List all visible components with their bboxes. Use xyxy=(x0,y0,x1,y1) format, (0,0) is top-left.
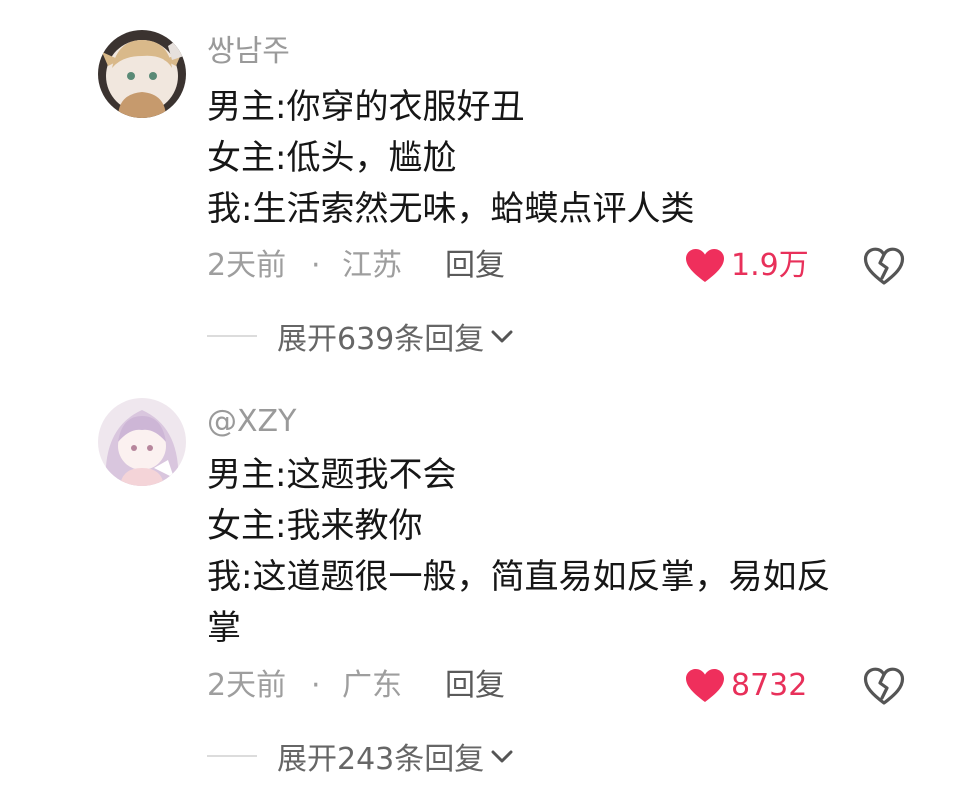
divider-dash xyxy=(207,335,257,337)
reply-button[interactable]: 回复 xyxy=(445,244,505,288)
chevron-down-icon xyxy=(491,750,513,763)
comment-meta: 2天前 · 广东 回复 8732 xyxy=(207,664,927,708)
chevron-down-icon xyxy=(491,330,513,343)
separator-dot: · xyxy=(311,668,321,703)
location: 广东 xyxy=(342,668,402,703)
expand-replies-label: 展开639条回复 xyxy=(277,322,485,357)
dislike-button[interactable] xyxy=(863,246,905,286)
comment-line: 男主:你穿的衣服好丑 xyxy=(207,87,525,127)
reply-button[interactable]: 回复 xyxy=(445,664,505,708)
divider-dash xyxy=(207,755,257,757)
avatar-image xyxy=(98,398,186,486)
comment-text: 男主:你穿的衣服好丑 女主:低头，尴尬 我:生活索然无味，蛤蟆点评人类 xyxy=(207,82,907,235)
timestamp: 2天前 xyxy=(207,248,287,283)
expand-replies-button[interactable]: 展开639条回复 xyxy=(207,314,514,358)
separator-dot: · xyxy=(311,248,321,283)
location: 江苏 xyxy=(342,248,402,283)
comment-item: 쌍남주 男主:你穿的衣服好丑 女主:低头，尴尬 我:生活索然无味，蛤蟆点评人类 … xyxy=(0,0,971,370)
expand-replies-button[interactable]: 展开243条回复 xyxy=(207,734,514,778)
like-button[interactable]: 8732 xyxy=(685,664,807,708)
avatar[interactable] xyxy=(98,398,186,486)
broken-heart-icon xyxy=(863,667,905,705)
comment-line: 我:这道题很一般，简直易如反掌，易如反 xyxy=(207,557,831,597)
heart-icon xyxy=(686,249,724,282)
expand-replies-label: 展开243条回复 xyxy=(277,742,485,777)
avatar[interactable] xyxy=(98,30,186,118)
heart-icon xyxy=(686,669,724,702)
like-count: 8732 xyxy=(731,668,808,703)
comment-line: 女主:我来教你 xyxy=(207,506,423,546)
username[interactable]: 쌍남주 xyxy=(207,32,290,72)
comment-line: 女主:低头，尴尬 xyxy=(207,138,457,178)
comment-meta: 2天前 · 江苏 回复 1.9万 xyxy=(207,244,927,288)
like-count: 1.9万 xyxy=(731,248,809,283)
timestamp: 2天前 xyxy=(207,668,287,703)
comment-line: 男主:这题我不会 xyxy=(207,455,457,495)
comment-text: 男主:这题我不会 女主:我来教你 我:这道题很一般，简直易如反掌，易如反 掌 xyxy=(207,450,907,654)
username[interactable]: @XZY xyxy=(207,402,296,442)
comment-line: 掌 xyxy=(207,608,241,648)
like-button[interactable]: 1.9万 xyxy=(685,244,809,288)
comment-item: @XZY 男主:这题我不会 女主:我来教你 我:这道题很一般，简直易如反掌，易如… xyxy=(0,392,971,786)
avatar-image xyxy=(98,30,186,118)
comment-line: 我:生活索然无味，蛤蟆点评人类 xyxy=(207,189,695,229)
dislike-button[interactable] xyxy=(863,666,905,706)
broken-heart-icon xyxy=(863,247,905,285)
